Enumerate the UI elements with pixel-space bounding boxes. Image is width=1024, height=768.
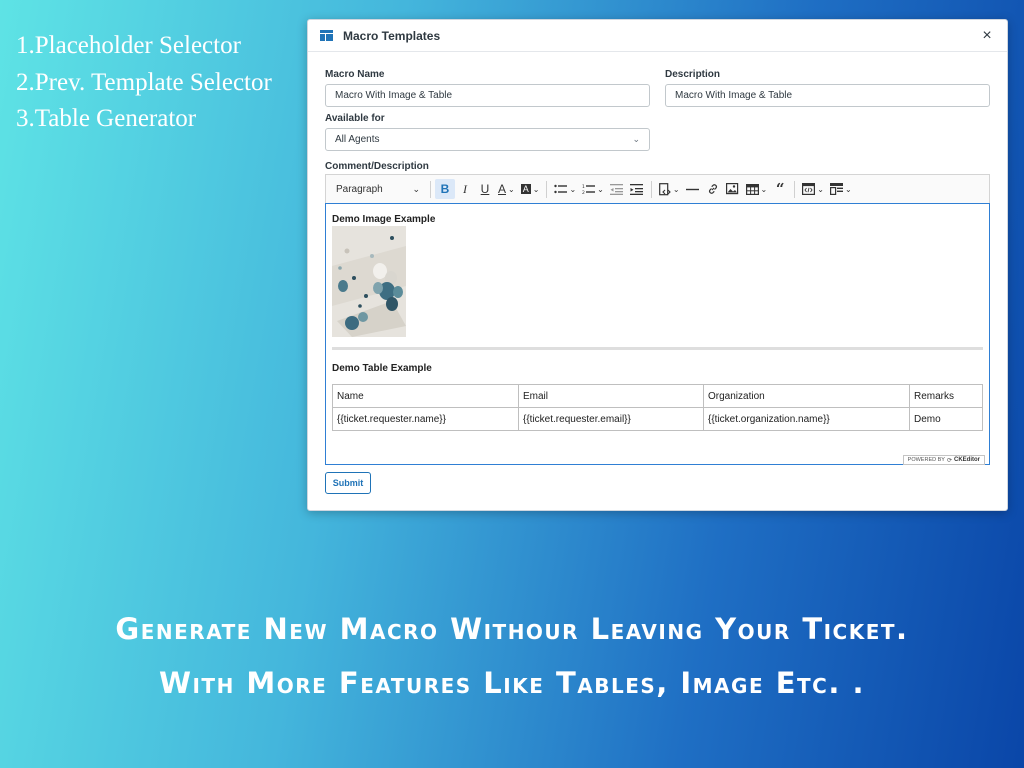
toolbar-separator [650,180,652,198]
link-icon[interactable] [703,179,723,199]
available-for-value: All Agents [335,134,380,145]
toolbar-separator [546,180,548,198]
dialog-header: Macro Templates × [308,20,1007,52]
numbered-list-icon[interactable]: 1 2 ⌄ [579,179,607,199]
badge-brand: CKEditor [954,457,980,463]
table-layout-icon [320,30,333,41]
svg-text:2: 2 [582,190,585,195]
toolbar-separator [430,180,431,198]
table-header-cell: Remarks [909,384,983,408]
badge-prefix: POWERED BY [907,457,945,463]
paragraph-dropdown[interactable]: Paragraph ⌄ [330,179,426,199]
editor-toolbar: Paragraph ⌄ B I U A ⌄ A ⌄ ⌄ 1 2 ⌄ ⌄ ⌄ “ … [325,174,990,203]
underline-icon[interactable]: U [475,179,495,199]
tagline-line-1: Generate New Macro Withour Leaving Your … [115,612,909,646]
font-background-icon[interactable]: A ⌄ [518,179,543,199]
italic-icon[interactable]: I [455,179,475,199]
chevron-down-icon: ⌄ [632,134,640,144]
svg-text:1: 1 [582,184,585,190]
source-editing-icon[interactable]: ⌄ [799,179,827,199]
toolbar-separator [794,180,796,198]
feature-list: 1.Placeholder Selector 2.Prev. Template … [16,28,272,138]
description-label: Description [665,69,721,80]
table-heading: Demo Table Example [332,363,432,374]
table-header-row: Name Email Organization Remarks [332,384,983,408]
horizontal-rule [332,347,983,350]
insert-image-icon[interactable] [723,179,743,199]
feature-item: 3.Table Generator [16,105,197,132]
table-cell: {{ticket.requester.email}} [518,407,704,431]
available-for-label: Available for [325,113,385,124]
table-header-cell: Organization [703,384,910,408]
insert-table-icon[interactable]: ⌄ [743,179,771,199]
insert-template-icon[interactable]: ⌄ [827,179,855,199]
feature-item: 1.Placeholder Selector [16,32,241,59]
macro-name-input[interactable]: Macro With Image & Table [325,84,650,107]
demo-table: Name Email Organization Remarks {{ticket… [332,384,983,431]
table-cell: {{ticket.organization.name}} [703,407,910,431]
description-input[interactable]: Macro With Image & Table [665,84,990,107]
bold-icon[interactable]: B [435,179,455,199]
available-for-select[interactable]: All Agents ⌄ [325,128,650,151]
tagline-line-2: With More Features Like Tables, Image Et… [159,666,865,700]
ckeditor-badge[interactable]: POWERED BY ⟳ CKEditor [902,455,985,465]
comment-label: Comment/Description [325,161,429,172]
table-row: {{ticket.requester.name}} {{ticket.reque… [332,407,983,431]
bulleted-list-icon[interactable]: ⌄ [551,179,579,199]
outdent-icon[interactable] [607,179,627,199]
image-heading: Demo Image Example [332,214,436,225]
insert-placeholder-icon[interactable]: ⌄ [656,179,683,199]
ckeditor-logo-icon: ⟳ [946,457,952,464]
macro-templates-dialog: Macro Templates × Macro Name Macro With … [307,19,1008,511]
table-header-cell: Email [518,384,704,408]
table-header-cell: Name [332,384,519,408]
horizontal-line-icon[interactable] [683,179,703,199]
font-color-icon[interactable]: A ⌄ [495,179,518,199]
close-button[interactable]: × [979,27,995,44]
indent-icon[interactable] [627,179,647,199]
block-quote-icon[interactable]: “ [770,179,790,199]
feature-item: 2.Prev. Template Selector [16,68,272,96]
dialog-title: Macro Templates [343,28,441,43]
chevron-down-icon: ⌄ [412,183,420,194]
table-cell: Demo [909,407,983,431]
submit-button[interactable]: Submit [325,472,371,494]
rich-text-editor[interactable]: Demo Image Example Demo Table Example Na… [325,203,990,465]
demo-image [332,226,406,337]
paragraph-label: Paragraph [336,183,383,195]
table-cell: {{ticket.requester.name}} [332,407,519,431]
macro-name-label: Macro Name [325,69,385,80]
